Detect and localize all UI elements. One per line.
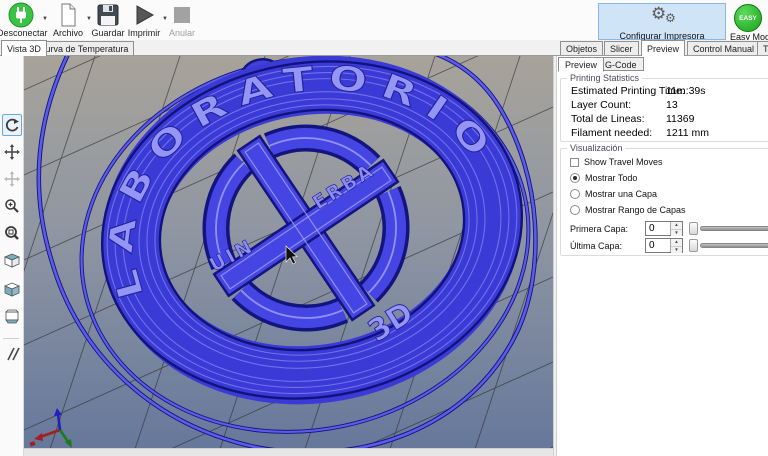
spinner-arrows-icon[interactable]: ▲▼: [670, 239, 682, 252]
zoom-in-icon[interactable]: [2, 195, 22, 217]
stat-label: Total de Lineas:: [571, 113, 645, 125]
move-view-icon[interactable]: [2, 141, 22, 163]
slider-handle[interactable]: [689, 222, 698, 235]
cancel-button: Anular: [158, 2, 206, 40]
viewport-3d[interactable]: LABORATORIO 3D: [24, 56, 553, 448]
printing-statistics-group: Printing Statistics Estimated Printing T…: [560, 78, 768, 142]
first-layer-label: Primera Capa:: [570, 224, 628, 234]
first-layer-spinner[interactable]: 0 ▲▼: [645, 221, 683, 236]
easy-mode-icon: EASY: [734, 4, 762, 32]
stat-value: 13: [666, 99, 678, 111]
disconnect-button[interactable]: Desconectar: [0, 2, 45, 40]
view-top-icon[interactable]: [2, 305, 22, 327]
visualization-title: Visualización: [567, 143, 625, 153]
configure-printer-button[interactable]: ⚙⚙ Configurar Impresora: [598, 3, 726, 40]
stat-value: 1211 mm: [666, 127, 709, 139]
tab-slicer[interactable]: Slicer: [604, 41, 639, 55]
tab-preview[interactable]: Preview: [641, 40, 685, 56]
radio-mostrar-rango-capas[interactable]: Mostrar Rango de Capas: [570, 205, 686, 215]
last-layer-label: Última Capa:: [570, 241, 622, 251]
disconnect-label: Desconectar: [0, 28, 45, 38]
tab-gcode[interactable]: G-Code: [598, 57, 644, 71]
preview-panel: Preview G-Code Printing Statistics Estim…: [557, 56, 768, 456]
tab-curva-temperatura[interactable]: Curva de Temperatura: [33, 41, 134, 55]
slider-track[interactable]: [700, 226, 768, 231]
tab-objetos[interactable]: Objetos: [560, 41, 603, 55]
spinner-arrows-icon[interactable]: ▲▼: [670, 222, 682, 235]
radio-icon: [570, 189, 580, 199]
stat-label: Layer Count:: [571, 99, 631, 111]
parallel-projection-icon[interactable]: [2, 343, 22, 365]
tab-preview-inner[interactable]: Preview: [558, 57, 604, 72]
toolstrip-separator: [3, 338, 19, 339]
tab-vista-3d[interactable]: Vista 3D: [1, 40, 47, 56]
printing-statistics-title: Printing Statistics: [567, 73, 642, 83]
slider-track[interactable]: [700, 243, 768, 248]
first-layer-slider[interactable]: [689, 221, 768, 236]
radio-mostrar-una-capa[interactable]: Mostrar una Capa: [570, 189, 657, 199]
last-layer-slider[interactable]: [689, 238, 768, 253]
rotate-icon[interactable]: [2, 114, 22, 136]
app-window: Desconectar ▼ Archivo ▼ Guardar Imprimi: [0, 0, 768, 456]
visualization-group: Visualización Show Travel Moves Mostrar …: [560, 148, 768, 256]
checkbox-icon: [570, 158, 579, 167]
move-object-icon[interactable]: [2, 168, 22, 190]
cancel-label: Anular: [158, 28, 206, 38]
easy-mode-button[interactable]: EASY Easy Mode: [730, 3, 768, 40]
radio-icon: [570, 205, 580, 215]
stat-label: Filament needed:: [571, 127, 652, 139]
tab-bar: Vista 3D Curva de Temperatura Objetos Sl…: [0, 40, 768, 56]
gears-icon: ⚙⚙: [599, 4, 725, 26]
view-iso-icon[interactable]: [2, 249, 22, 271]
radio-mostrar-todo[interactable]: Mostrar Todo: [570, 173, 637, 183]
main-toolbar: Desconectar ▼ Archivo ▼ Guardar Imprimi: [0, 0, 768, 40]
view-front-icon[interactable]: [2, 277, 22, 299]
stat-value: 11369: [666, 113, 694, 125]
slider-handle[interactable]: [689, 239, 698, 252]
stat-value: 11m:39s: [666, 85, 706, 97]
tab-control-manual[interactable]: Control Manual: [687, 41, 760, 55]
plug-icon: [0, 2, 45, 28]
viewport-bottom-strip: [24, 448, 553, 456]
stop-icon: [158, 2, 206, 28]
show-travel-moves-checkbox[interactable]: Show Travel Moves: [570, 157, 663, 167]
tab-tarjeta-sd[interactable]: Tarjeta SD: [757, 41, 768, 55]
zoom-fit-icon[interactable]: [2, 222, 22, 244]
last-layer-spinner[interactable]: 0 ▲▼: [645, 238, 683, 253]
radio-icon: [570, 173, 580, 183]
view-tool-strip: [0, 56, 24, 456]
